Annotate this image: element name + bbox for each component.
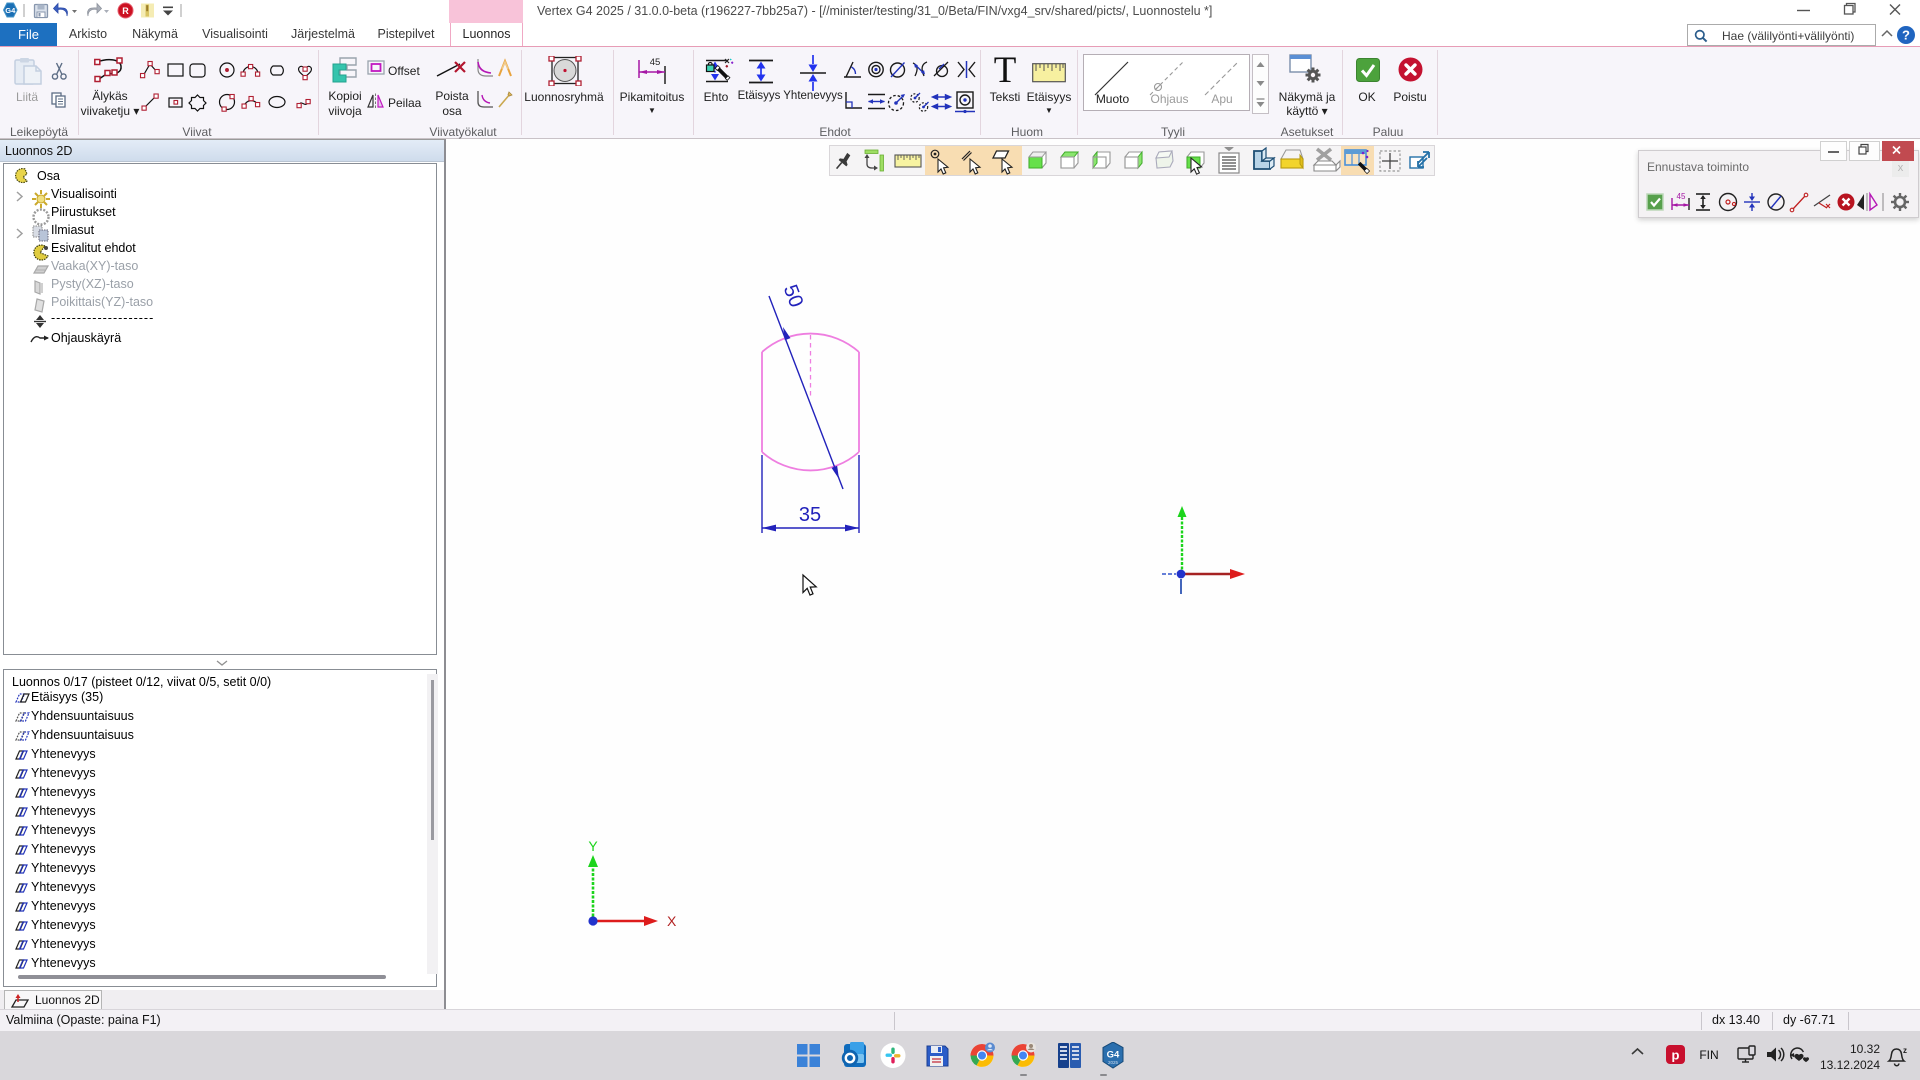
svg-text:FIN: FIN [1699, 1048, 1718, 1062]
svg-text:p: p [1672, 1048, 1680, 1063]
svg-text:?: ? [1902, 28, 1910, 43]
svg-text:50: 50 [779, 282, 808, 311]
svg-text:45: 45 [650, 57, 661, 68]
svg-text:45: 45 [1677, 192, 1686, 201]
svg-text:X: X [667, 913, 677, 929]
svg-text:G4: G4 [1107, 1050, 1120, 1061]
svg-text:Y: Y [588, 838, 598, 854]
svg-text:2025: 2025 [1108, 1060, 1119, 1065]
svg-text:G4: G4 [5, 6, 16, 15]
svg-text:z: z [1903, 1046, 1907, 1055]
svg-text:35: 35 [799, 504, 821, 526]
svg-text:R: R [122, 6, 129, 16]
